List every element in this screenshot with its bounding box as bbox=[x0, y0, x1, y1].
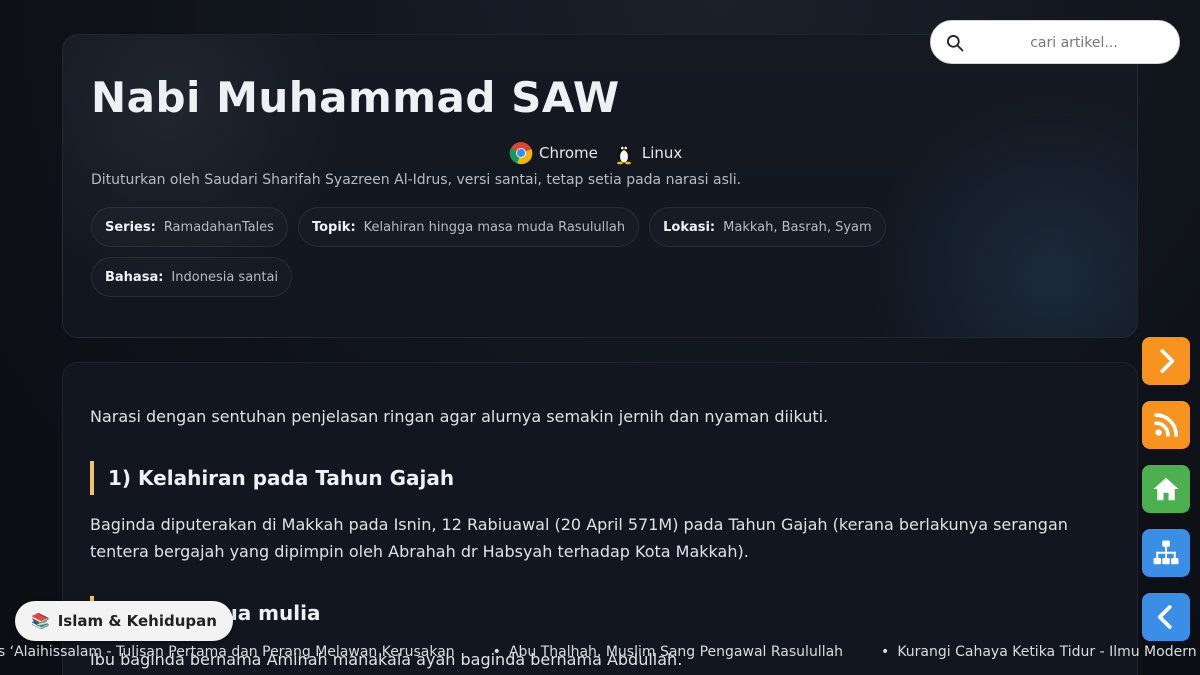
home-icon bbox=[1153, 477, 1179, 501]
linux-badge-label: Linux bbox=[641, 144, 683, 162]
chrome-icon bbox=[509, 142, 533, 165]
meta-chip-lokasi: Lokasi: Makkah, Basrah, Syam bbox=[649, 207, 886, 247]
meta-chip-key: Bahasa: bbox=[105, 269, 164, 285]
news-ticker: is ‘Alaihissalam - Tulisan Pertama dan P… bbox=[0, 644, 1200, 664]
section-heading: 1) Kelahiran pada Tahun Gajah bbox=[90, 461, 454, 495]
linux-badge: Linux bbox=[612, 141, 682, 165]
books-icon: 📚 bbox=[31, 612, 50, 630]
meta-chip-key: Topik: bbox=[311, 219, 356, 235]
chevron-right-icon bbox=[1160, 349, 1175, 373]
platform-badges: Chrome Linux bbox=[509, 141, 682, 165]
ticker-link[interactable]: is ‘Alaihissalam - Tulisan Pertama dan P… bbox=[0, 644, 455, 660]
rss-icon bbox=[1154, 413, 1178, 437]
ticker-link[interactable]: Kurangi Cahaya Ketika Tidur - Ilmu Moder… bbox=[881, 644, 1200, 660]
page-title: Nabi Muhammad SAW bbox=[91, 73, 620, 122]
search-box[interactable] bbox=[930, 20, 1180, 64]
article-header-card: Nabi Muhammad SAW Chrome Linux Dituturka… bbox=[62, 34, 1138, 338]
chrome-badge: Chrome bbox=[509, 141, 598, 165]
article-intro: Narasi dengan sentuhan penjelasan ringan… bbox=[90, 407, 829, 426]
sitemap-button[interactable] bbox=[1142, 529, 1190, 577]
meta-chip-key: Lokasi: bbox=[663, 219, 716, 235]
category-pill[interactable]: 📚 Islam & Kehidupan bbox=[15, 601, 233, 641]
linux-tux-icon bbox=[616, 146, 631, 165]
meta-chip-series: Series: RamadahanTales bbox=[91, 207, 288, 247]
meta-chip-value: Makkah, Basrah, Syam bbox=[723, 219, 872, 235]
meta-chip-value: RamadahanTales bbox=[163, 219, 274, 235]
section-paragraph: Baginda diputerakan di Makkah pada Isnin… bbox=[90, 515, 1068, 561]
rss-button[interactable] bbox=[1142, 401, 1190, 449]
meta-chip-key: Series: bbox=[105, 219, 156, 235]
meta-chips: Series: RamadahanTales Topik: Kelahiran … bbox=[91, 207, 951, 297]
search-icon[interactable] bbox=[945, 33, 965, 53]
next-button[interactable] bbox=[1142, 337, 1190, 385]
ticker-link[interactable]: Abu Thalhah, Muslim Sang Pengawal Rasulu… bbox=[493, 644, 843, 660]
home-button[interactable] bbox=[1142, 465, 1190, 513]
meta-chip-bahasa: Bahasa: Indonesia santai bbox=[91, 257, 293, 297]
meta-chip-value: Indonesia santai bbox=[171, 269, 279, 285]
chrome-badge-label: Chrome bbox=[539, 144, 598, 162]
search-input[interactable] bbox=[979, 27, 1169, 59]
sitemap-icon bbox=[1153, 540, 1179, 565]
meta-chip-topik: Topik: Kelahiran hingga masa muda Rasulu… bbox=[297, 207, 640, 247]
article-subtitle: Dituturkan oleh Saudari Sharifah Syazree… bbox=[91, 172, 742, 188]
category-label: Islam & Kehidupan bbox=[57, 612, 217, 630]
meta-chip-value: Kelahiran hingga masa muda Rasulullah bbox=[363, 219, 626, 235]
back-button[interactable] bbox=[1142, 593, 1190, 641]
chevron-left-icon bbox=[1157, 605, 1172, 629]
